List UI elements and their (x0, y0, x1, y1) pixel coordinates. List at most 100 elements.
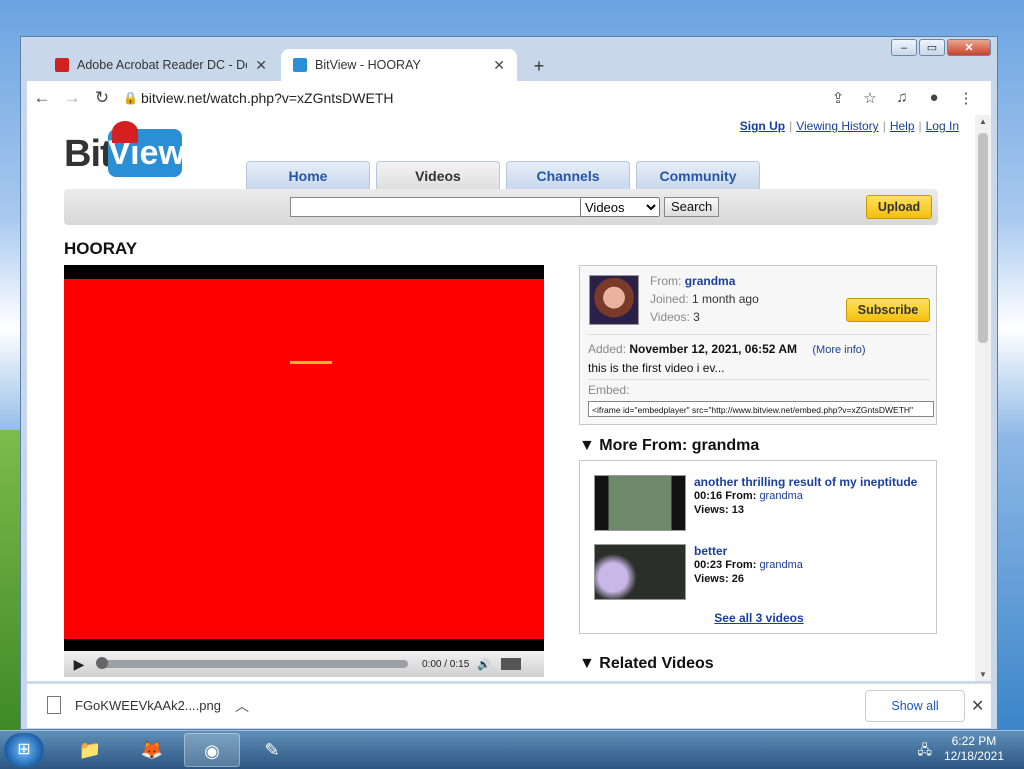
browser-window: – ▭ ✕ Adobe Acrobat Reader DC - Dow ✕ Bi… (20, 36, 998, 730)
nav-videos[interactable]: Videos (376, 161, 500, 190)
from-label: From: (725, 559, 757, 571)
back-button[interactable]: ← (27, 88, 57, 108)
scroll-up-icon[interactable]: ▲ (975, 117, 991, 126)
joined-value: 1 month ago (692, 292, 759, 306)
clock[interactable]: 6:22 PM 12/18/2021 (944, 734, 1004, 764)
search-input[interactable] (290, 197, 582, 217)
clock-date: 12/18/2021 (943, 749, 1004, 763)
fullscreen-icon[interactable] (500, 658, 521, 670)
close-tab-icon[interactable]: ✕ (255, 57, 267, 74)
chrome-icon[interactable]: ◉ (184, 733, 240, 767)
show-all-button[interactable]: Show all (865, 690, 965, 722)
more-info-link[interactable]: (More info) (812, 344, 865, 356)
download-item[interactable]: FGoKWEEVkAAk2....png (47, 696, 221, 714)
embed-code-field[interactable]: <iframe id="embedplayer" src="http://www… (588, 401, 934, 417)
scroll-thumb[interactable] (978, 133, 988, 343)
more-from-heading-text: More From: grandma (599, 437, 760, 454)
video-description: this is the first video i ev... (588, 361, 725, 375)
address-bar[interactable]: 🔒 bitview.net/watch.php?v=xZGntsDWETH (123, 84, 813, 112)
tab-title: BitView - HOORAY (315, 58, 421, 72)
page-scrollbar[interactable]: ▲ ▼ (975, 115, 991, 681)
bookmark-star-icon[interactable]: ☆ (859, 89, 881, 107)
video-thumbnail[interactable] (594, 475, 686, 531)
video-duration: 00:23 (694, 559, 723, 571)
uploader-link[interactable]: grandma (759, 559, 802, 571)
video-screen[interactable] (64, 279, 544, 639)
log-in-link[interactable]: Log In (926, 119, 959, 133)
tab-strip: Adobe Acrobat Reader DC - Dow ✕ BitView … (27, 45, 967, 81)
profile-icon[interactable]: ● (923, 89, 945, 107)
video-thumbnail[interactable] (594, 544, 686, 600)
seek-handle[interactable] (96, 657, 108, 669)
video-player[interactable]: ▶ 0:00 / 0:15 🔊 (64, 265, 544, 677)
close-download-bar-icon[interactable]: ✕ (971, 696, 991, 716)
tab-acrobat[interactable]: Adobe Acrobat Reader DC - Dow ✕ (43, 49, 279, 81)
media-control-icon[interactable]: ♫ (891, 89, 913, 107)
logo-bit-text: Bit (64, 133, 113, 175)
joined-label: Joined: (650, 292, 689, 306)
seek-bar[interactable] (96, 657, 408, 669)
uploader-link[interactable]: grandma (759, 490, 802, 502)
tab-bitview[interactable]: BitView - HOORAY ✕ (281, 49, 517, 81)
volume-icon[interactable]: 🔊 (477, 658, 491, 671)
file-explorer-icon[interactable]: 📁 (62, 733, 118, 767)
related-video-title[interactable]: another thrilling result of my ineptitud… (694, 475, 917, 489)
tab-title: Adobe Acrobat Reader DC - Dow (77, 58, 248, 72)
top-links: Sign Up | Viewing History | Help | Log In (739, 119, 959, 133)
acrobat-favicon-icon (55, 58, 69, 72)
subscribe-button[interactable]: Subscribe (846, 298, 930, 322)
avatar[interactable] (589, 275, 639, 325)
url-text: bitview.net/watch.php?v=xZGntsDWETH (141, 90, 394, 106)
start-button[interactable]: ⊞ (4, 733, 44, 767)
viewing-history-link[interactable]: Viewing History (796, 119, 878, 133)
see-all-videos-link[interactable]: See all 3 videos (580, 611, 938, 625)
video-title: HOORAY (64, 239, 138, 258)
nav-community[interactable]: Community (636, 161, 760, 190)
videos-label: Videos: (650, 310, 690, 324)
network-icon[interactable]: 🖧 (918, 741, 933, 763)
video-frame-detail (290, 361, 332, 364)
uploader-link[interactable]: grandma (685, 274, 736, 288)
download-bar: FGoKWEEVkAAk2....png ︿ Show all ✕ (27, 683, 991, 728)
more-from-heading[interactable]: ▼ More From: grandma (579, 437, 759, 455)
menu-kebab-icon[interactable]: ⋮ (955, 89, 977, 107)
site-nav: Home Videos Channels Community (246, 161, 760, 190)
views-count: 26 (731, 573, 744, 585)
notepad-icon[interactable]: ✎ (244, 733, 300, 767)
help-link[interactable]: Help (890, 119, 915, 133)
search-button[interactable]: Search (664, 197, 720, 217)
play-icon[interactable]: ▶ (64, 656, 94, 673)
videos-count: 3 (693, 310, 700, 324)
chevron-up-icon[interactable]: ︿ (235, 696, 249, 716)
lock-icon: 🔒 (123, 91, 138, 105)
divider (588, 379, 930, 380)
from-label: From: (650, 274, 682, 288)
reload-button[interactable]: ↻ (87, 88, 117, 108)
firefox-icon[interactable]: 🦊 (124, 733, 180, 767)
bitview-logo[interactable]: Bit View (64, 121, 185, 177)
new-tab-button[interactable]: + (527, 55, 551, 79)
related-video-title[interactable]: better (694, 544, 727, 558)
nav-channels[interactable]: Channels (506, 161, 630, 190)
divider (588, 334, 930, 335)
related-videos-heading[interactable]: ▼ Related Videos (579, 655, 714, 673)
nav-home[interactable]: Home (246, 161, 370, 190)
sign-up-link[interactable]: Sign Up (740, 119, 785, 133)
close-tab-icon[interactable]: ✕ (493, 57, 505, 74)
time-display: 0:00 / 0:15 (422, 658, 470, 670)
page-viewport: Bit View Sign Up | Viewing History | Help | Lo… (27, 115, 991, 681)
upload-button[interactable]: Upload (866, 195, 932, 219)
views-count: 13 (731, 504, 744, 516)
embed-label: Embed: (588, 383, 630, 397)
search-category-select[interactable]: Videos (580, 197, 660, 217)
video-duration: 00:16 (694, 490, 723, 502)
more-from-list: another thrilling result of my ineptitud… (579, 460, 937, 634)
forward-button[interactable]: → (57, 88, 87, 108)
search-bar: Videos Search Upload (64, 189, 938, 225)
scroll-down-icon[interactable]: ▼ (975, 670, 991, 679)
added-label: Added: (588, 342, 627, 356)
share-icon[interactable]: ⇪ (827, 89, 849, 107)
bitview-favicon-icon (293, 58, 307, 72)
views-label: Views: (694, 504, 729, 516)
uploader-info-box: From: grandma Joined: 1 month ago Videos… (579, 265, 937, 425)
